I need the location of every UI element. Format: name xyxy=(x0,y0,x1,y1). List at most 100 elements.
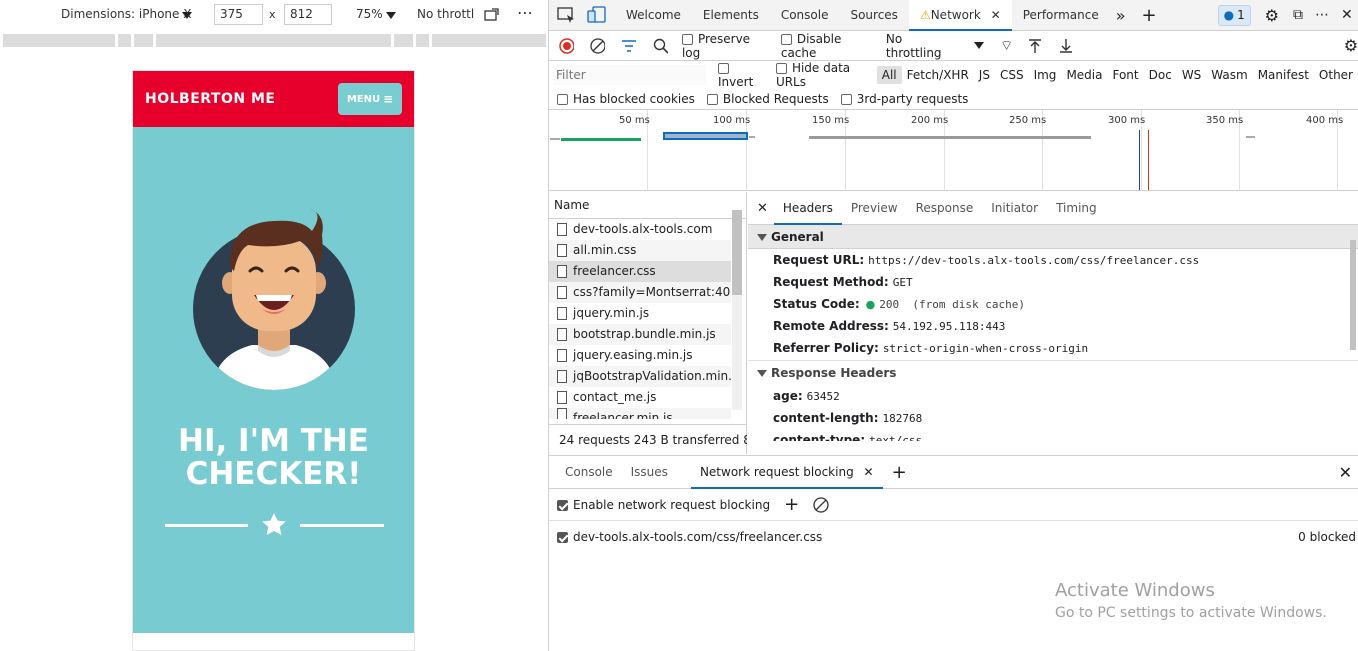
tab-elements[interactable]: Elements xyxy=(692,0,770,31)
name-column-header[interactable]: Name xyxy=(549,192,746,219)
rotate-icon[interactable] xyxy=(484,7,501,22)
referrer-policy-label: Referrer Policy: xyxy=(773,341,879,355)
close-drawer-icon[interactable]: ✕ xyxy=(1339,463,1352,482)
chevron-down-icon[interactable] xyxy=(182,12,192,19)
new-tab-icon[interactable]: + xyxy=(1142,5,1157,26)
filter-type-ws[interactable]: WS xyxy=(1177,66,1206,84)
zoom-select[interactable]: 75% xyxy=(356,7,383,21)
details-scrollbar[interactable] xyxy=(1350,240,1356,350)
more-icon[interactable]: ⋯ xyxy=(517,3,534,22)
disable-cache-checkbox[interactable]: Disable cache xyxy=(780,32,876,60)
height-input[interactable]: 812 xyxy=(284,4,332,25)
hide-data-urls-checkbox[interactable]: Hide data URLs xyxy=(775,61,873,89)
request-row[interactable]: contact_me.js xyxy=(549,387,731,408)
tab-timing[interactable]: Timing xyxy=(1047,192,1106,225)
filter-type-media[interactable]: Media xyxy=(1061,66,1107,84)
filter-icon[interactable] xyxy=(621,38,637,54)
tab-network[interactable]: ⚠Network ✕ xyxy=(908,0,1012,31)
record-icon[interactable] xyxy=(559,37,575,54)
add-pattern-icon[interactable]: + xyxy=(784,494,799,515)
tab-performance[interactable]: Performance xyxy=(1012,0,1110,31)
device-toggle-icon[interactable] xyxy=(587,6,607,24)
filter-type-css[interactable]: CSS xyxy=(995,66,1029,84)
request-row[interactable]: bootstrap.bundle.min.js xyxy=(549,324,731,345)
clear-icon[interactable] xyxy=(590,37,606,54)
filter-type-wasm[interactable]: Wasm xyxy=(1206,66,1252,84)
drawer-tab-issues[interactable]: Issues xyxy=(622,456,677,489)
upload-icon[interactable] xyxy=(1027,38,1042,54)
filter-type-fetch[interactable]: Fetch/XHR xyxy=(902,66,974,84)
throttling-select[interactable]: No throttling xyxy=(886,32,958,60)
blocked-cookies-label: Has blocked cookies xyxy=(573,91,695,106)
filter-type-doc[interactable]: Doc xyxy=(1144,66,1177,84)
filter-type-img[interactable]: Img xyxy=(1029,66,1062,84)
more-icon[interactable]: ⋯ xyxy=(1315,7,1329,23)
search-icon[interactable] xyxy=(653,38,668,54)
third-party-checkbox[interactable]: 3rd-party requests xyxy=(840,92,968,106)
drawer-tab-request-blocking[interactable]: Network request blocking ✕ xyxy=(690,456,883,489)
invert-checkbox[interactable]: Invert xyxy=(718,61,764,89)
drawer-tab-request-blocking-label: Network request blocking xyxy=(699,464,854,479)
filter-type-font[interactable]: Font xyxy=(1107,66,1143,84)
request-list-scrollbar[interactable] xyxy=(732,210,742,410)
tab-initiator[interactable]: Initiator xyxy=(982,192,1047,225)
filter-type-other[interactable]: Other xyxy=(1314,66,1358,84)
customize-icon[interactable]: ⧉ xyxy=(1293,7,1303,23)
tick-label: 250 ms xyxy=(1009,115,1047,126)
filter-type-all[interactable]: All xyxy=(876,66,902,84)
download-icon[interactable] xyxy=(1058,38,1073,54)
chevron-down-icon[interactable] xyxy=(974,42,985,49)
close-icon[interactable]: ✕ xyxy=(991,8,1001,22)
more-tabs-icon[interactable]: » xyxy=(1116,6,1126,25)
settings-gear-icon[interactable]: ⚙ xyxy=(1265,6,1279,25)
close-icon[interactable]: ✕ xyxy=(757,201,768,216)
request-row[interactable]: freelancer.min.js xyxy=(549,408,731,419)
request-row[interactable]: jqBootstrapValidation.min.js xyxy=(549,366,731,387)
request-row[interactable]: all.min.css xyxy=(549,240,731,261)
timeline-overview[interactable]: 50 ms 100 ms 150 ms 200 ms 250 ms 300 ms… xyxy=(549,110,1358,191)
blocked-requests-checkbox[interactable]: Blocked Requests xyxy=(706,92,829,106)
issues-badge[interactable]: ● 1 xyxy=(1217,4,1251,26)
blocking-pattern-row[interactable]: dev-tools.alx-tools.com/css/freelancer.c… xyxy=(549,521,1358,553)
request-list: Name dev-tools.alx-tools.com all.min.css… xyxy=(549,192,747,454)
filter-type-js[interactable]: JS xyxy=(974,66,995,84)
tab-sources[interactable]: Sources xyxy=(839,0,908,31)
request-row[interactable]: jquery.easing.min.js xyxy=(549,345,731,366)
tab-preview[interactable]: Preview xyxy=(842,192,907,225)
menu-button[interactable]: MENU ≡ xyxy=(338,83,402,115)
emulated-page: HOLBERTON ME MENU ≡ HI, I'M THE CHECKER! xyxy=(132,70,415,651)
general-section-header[interactable]: General xyxy=(748,225,1358,249)
timeline-selection[interactable] xyxy=(663,132,748,140)
request-row[interactable]: jquery.min.js xyxy=(549,303,731,324)
request-row[interactable]: dev-tools.alx-tools.com xyxy=(549,219,731,240)
file-icon xyxy=(557,223,567,236)
inspect-element-icon[interactable] xyxy=(557,6,577,24)
tab-headers[interactable]: Headers xyxy=(773,192,842,225)
tab-response[interactable]: Response xyxy=(907,192,983,225)
add-drawer-tab-icon[interactable]: + xyxy=(892,462,907,483)
request-name: bootstrap.bundle.min.js xyxy=(573,327,716,341)
close-icon[interactable]: ✕ xyxy=(864,465,874,479)
response-headers-section-header[interactable]: Response Headers xyxy=(748,361,1358,385)
chevron-down-icon[interactable] xyxy=(386,12,396,19)
width-input[interactable]: 375 xyxy=(214,4,263,25)
drawer-tab-console[interactable]: Console xyxy=(556,456,622,489)
device-select[interactable]: Dimensions: iPhone X xyxy=(61,7,191,21)
preserve-log-checkbox[interactable]: Preserve log xyxy=(681,32,768,60)
filter-type-manifest[interactable]: Manifest xyxy=(1253,66,1314,84)
blocked-cookies-checkbox[interactable]: Has blocked cookies xyxy=(557,92,695,106)
tab-welcome[interactable]: Welcome xyxy=(615,0,692,31)
site-brand[interactable]: HOLBERTON ME xyxy=(145,91,275,107)
throttle-select[interactable]: No throttl xyxy=(417,7,474,21)
network-conditions-icon[interactable]: ⌔ xyxy=(1000,37,1013,55)
tab-console[interactable]: Console xyxy=(770,0,840,31)
clear-patterns-icon[interactable] xyxy=(813,496,829,513)
enable-blocking-checkbox[interactable]: Enable network request blocking xyxy=(557,498,770,512)
filter-input[interactable] xyxy=(553,65,706,85)
request-row-selected[interactable]: freelancer.css xyxy=(549,261,731,282)
pattern-checkbox[interactable]: dev-tools.alx-tools.com/css/freelancer.c… xyxy=(557,530,822,544)
network-settings-icon[interactable]: ⚙ xyxy=(1344,36,1358,55)
close-devtools-icon[interactable]: ✕ xyxy=(1341,7,1353,23)
request-row[interactable]: css?family=Montserrat:400,70 xyxy=(549,282,731,303)
hide-data-urls-label: Hide data URLs xyxy=(775,61,851,89)
